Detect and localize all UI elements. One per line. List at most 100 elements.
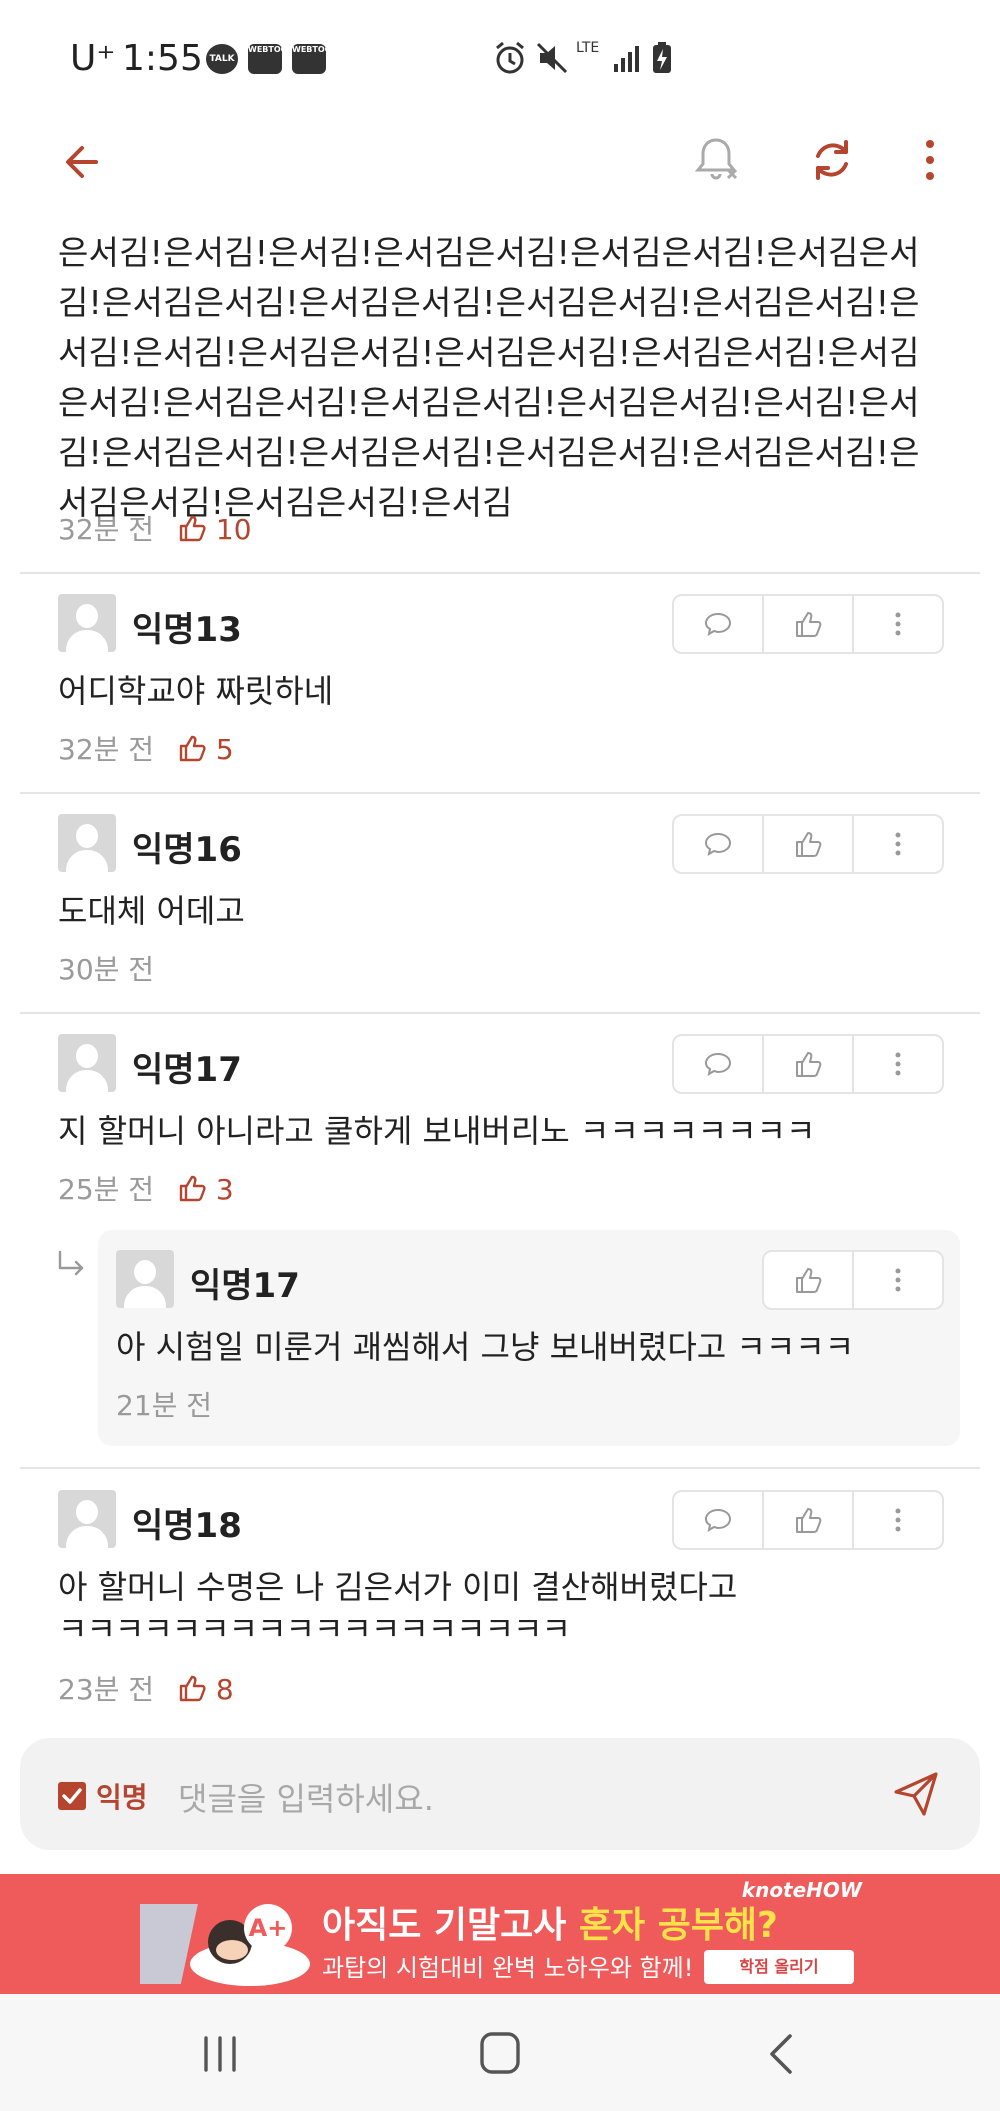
lte-indicator: LTE: [576, 40, 600, 56]
thumbs-up-icon: [796, 1052, 822, 1077]
thumbs-up-icon: [179, 1175, 206, 1202]
post-meta: 32분 전 10: [58, 508, 252, 548]
thumbs-up-icon: [796, 612, 822, 637]
thumbs-up-icon: [796, 1508, 822, 1533]
comment-text: 도대체 어데고: [58, 892, 245, 930]
ad-banner[interactable]: A+ knoteHOW 아직도 기말고사 혼자 공부해? 과탑의 시험대비 완벽…: [0, 1874, 1000, 1994]
comment-text: 지 할머니 아니라고 쿨하게 보내버리노 ㅋㅋㅋㅋㅋㅋㅋㅋ: [58, 1112, 816, 1150]
more-vertical-icon: [895, 832, 901, 856]
like-button[interactable]: [764, 1252, 854, 1308]
ad-badge: A+: [244, 1904, 292, 1952]
refresh-icon[interactable]: [802, 130, 862, 190]
comment-author: 익명13: [132, 610, 242, 650]
comment-likes: 3: [215, 1173, 234, 1206]
avatar: [58, 594, 116, 652]
comment-time: 25분 전: [58, 1173, 155, 1206]
speech-bubble-icon: [704, 612, 732, 637]
thumbs-up-icon: [179, 1675, 206, 1702]
speech-bubble-icon: [704, 1052, 732, 1077]
comment-actions: [672, 1034, 944, 1094]
avatar: [58, 1034, 116, 1092]
comment-time: 30분 전: [58, 953, 155, 986]
anonymous-label[interactable]: 익명: [96, 1776, 148, 1816]
avatar: [58, 814, 116, 872]
divider: [20, 572, 980, 574]
comment-author: 익명18: [132, 1506, 242, 1546]
thumbs-up-icon: [796, 1268, 822, 1293]
comment-meta: 32분 전 5: [58, 728, 234, 768]
ad-subline: 과탑의 시험대비 완벽 노하우와 함께!: [322, 1954, 694, 1982]
more-vertical-icon: [895, 1508, 901, 1532]
reply-time: 21분 전: [116, 1389, 213, 1422]
ad-headline: 아직도 기말고사 혼자 공부해?: [322, 1905, 778, 1946]
comment-meta: 30분 전: [58, 948, 154, 988]
back-icon[interactable]: [762, 2032, 802, 2076]
more-button[interactable]: [854, 596, 942, 652]
comment-meta: 23분 전 8: [58, 1668, 234, 1708]
comment-text: 어디학교야 짜릿하네: [58, 672, 334, 710]
comment-actions: [672, 814, 944, 874]
check-icon: [62, 1788, 82, 1804]
more-button[interactable]: [854, 1492, 942, 1548]
divider: [20, 1012, 980, 1014]
thumbs-up-icon[interactable]: [177, 513, 207, 543]
reply-button[interactable]: [674, 596, 764, 652]
reply-button[interactable]: [674, 1036, 764, 1092]
post-time: 32분 전: [58, 513, 155, 546]
status-bar: U⁺ 1:55 TALK WEBTOON WEBTOON LTE: [0, 0, 1000, 120]
comment-likes: 5: [215, 733, 234, 766]
send-icon[interactable]: [890, 1768, 942, 1820]
avatar: [58, 1490, 116, 1548]
thumbs-up-icon: [179, 735, 206, 762]
more-vertical-icon: [895, 612, 901, 636]
comment-meta: 25분 전 3: [58, 1168, 234, 1208]
kakaotalk-notification-icon: TALK: [206, 44, 238, 74]
comment-input[interactable]: 댓글을 입력하세요.: [178, 1774, 434, 1820]
more-button[interactable]: [854, 816, 942, 872]
reply-button[interactable]: [674, 1492, 764, 1548]
thumbs-up-icon: [796, 832, 822, 857]
comment-author: 익명16: [132, 830, 242, 870]
speech-bubble-icon: [704, 832, 732, 857]
like-button[interactable]: [764, 596, 854, 652]
system-nav-bar: [0, 1994, 1000, 2111]
divider: [20, 1467, 980, 1469]
comment-text-line1: 아 할머니 수명은 나 김은서가 이미 결산해버렸다고: [58, 1568, 738, 1606]
more-button[interactable]: [854, 1036, 942, 1092]
comment-likes: 8: [215, 1673, 234, 1706]
student-illustration-icon: [140, 1904, 310, 1986]
battery-charging-icon: [653, 42, 671, 73]
like-button[interactable]: [764, 1036, 854, 1092]
home-icon[interactable]: [478, 2030, 522, 2076]
like-button[interactable]: [764, 816, 854, 872]
like-button[interactable]: [764, 1492, 854, 1548]
reply-arrow-icon: [58, 1250, 84, 1276]
reply-item: 익명17 아 시험일 미룬거 괘씸해서 그냥 보내버렸다고 ㅋㅋㅋㅋ 21분 전: [98, 1230, 960, 1446]
post-likes: 10: [215, 513, 252, 546]
comment-time: 32분 전: [58, 733, 155, 766]
divider: [20, 792, 980, 794]
status-time: 1:55: [122, 38, 203, 79]
reply-text: 아 시험일 미룬거 괘씸해서 그냥 보내버렸다고 ㅋㅋㅋㅋ: [116, 1328, 855, 1366]
arrow-left-icon[interactable]: [56, 130, 116, 190]
reply-actions: [762, 1250, 944, 1310]
comment-author: 익명17: [132, 1050, 242, 1090]
more-vertical-icon[interactable]: [900, 130, 960, 190]
carrier-label: U⁺: [70, 38, 116, 79]
mute-icon: [536, 42, 568, 74]
recent-apps-icon[interactable]: [198, 2032, 242, 2076]
webtoon-notification-icon-2: WEBTOON: [292, 44, 338, 74]
comment-time: 23분 전: [58, 1673, 155, 1706]
comment-actions: [672, 1490, 944, 1550]
bell-off-icon[interactable]: [686, 130, 746, 190]
anonymous-checkbox[interactable]: [58, 1782, 86, 1810]
signal-icon: [614, 46, 639, 72]
more-button[interactable]: [854, 1252, 942, 1308]
reply-button[interactable]: [674, 816, 764, 872]
alarm-icon: [496, 41, 524, 74]
reply-author: 익명17: [190, 1266, 300, 1306]
more-vertical-icon: [895, 1268, 901, 1292]
more-vertical-icon: [895, 1052, 901, 1076]
ad-cta-button[interactable]: 학점 올리기: [704, 1950, 854, 1984]
speech-bubble-icon: [704, 1508, 732, 1533]
